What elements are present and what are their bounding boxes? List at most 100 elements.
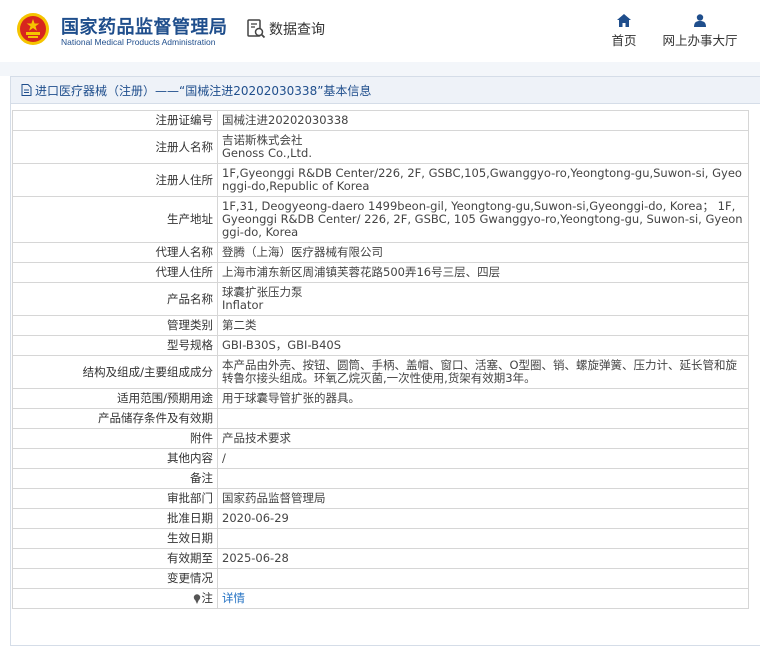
field-value-cell: 本产品由外壳、按钮、圆筒、手柄、盖帽、窗口、活塞、O型圈、销、螺旋弹簧、压力计、… <box>217 355 749 389</box>
field-label-cell: 型号规格 <box>12 335 218 356</box>
field-value: 1F,Gyeonggi R&DB Center/226, 2F, GSBC,10… <box>222 166 742 193</box>
field-label-cell: 注册证编号 <box>12 110 218 131</box>
field-label-cell: 适用范围/预期用途 <box>12 388 218 409</box>
user-icon <box>694 14 706 27</box>
field-label-cell: 附件 <box>12 428 218 449</box>
data-query-label: 数据查询 <box>269 22 325 38</box>
field-label: 产品储存条件及有效期 <box>98 411 213 425</box>
field-value: 登腾（上海）医疗器械有限公司 <box>222 245 383 259</box>
national-emblem-icon <box>17 13 49 45</box>
field-value-cell: 第二类 <box>217 315 749 336</box>
details-link[interactable]: 详情 <box>222 592 744 605</box>
field-label-cell: 代理人名称 <box>12 242 218 263</box>
table-row: 产品名称 球囊扩张压力泵 Inflator <box>12 282 749 316</box>
field-label: 注册人住所 <box>155 172 214 187</box>
field-value: 国械注进20202030338 <box>222 113 349 127</box>
field-value-cell: 上海市浦东新区周浦镇芙蓉花路500弄16号三层、四层 <box>217 262 749 283</box>
field-value-cell: / <box>217 448 749 469</box>
field-value: / <box>222 451 226 465</box>
table-row: 注册人名称 吉诺斯株式会社 Genoss Co.,Ltd. <box>12 130 749 164</box>
table-row: 备注 <box>12 468 749 489</box>
field-value-cell: 吉诺斯株式会社 Genoss Co.,Ltd. <box>217 130 749 164</box>
field-value <box>222 532 744 545</box>
table-row: 产品储存条件及有效期 <box>12 408 749 429</box>
field-label-cell: 其他内容 <box>12 448 218 469</box>
field-label: 注 <box>201 591 214 605</box>
field-label-cell: 结构及组成/主要组成成分 <box>12 355 218 389</box>
table-row: 代理人住所 上海市浦东新区周浦镇芙蓉花路500弄16号三层、四层 <box>12 262 749 283</box>
field-value-cell: 1F,Gyeonggi R&DB Center/226, 2F, GSBC,10… <box>217 163 749 197</box>
field-label: 适用范围/预期用途 <box>117 391 213 405</box>
field-value: 2025-06-28 <box>222 551 289 565</box>
table-row: 型号规格 GBI-B30S，GBI-B40S <box>12 335 749 356</box>
field-value: 产品技术要求 <box>222 431 291 445</box>
field-value: 用于球囊导管扩张的器具。 <box>222 391 360 405</box>
nav-online-service-hall[interactable]: 网上办事大厅 <box>660 14 740 49</box>
table-row: 注册证编号 国械注进20202030338 <box>12 110 749 131</box>
table-row: 适用范围/预期用途 用于球囊导管扩张的器具。 <box>12 388 749 409</box>
table-row: 附件 产品技术要求 <box>12 428 749 449</box>
field-label: 生产地址 <box>167 212 213 226</box>
table-row: 批准日期 2020-06-29 <box>12 508 749 529</box>
field-value <box>222 412 744 425</box>
field-value: GBI-B30S，GBI-B40S <box>222 338 342 352</box>
field-label-cell: 注册人名称 <box>12 130 218 164</box>
field-value: 球囊扩张压力泵 <box>222 285 303 299</box>
field-label: 变更情况 <box>167 571 213 585</box>
field-value: 1F,31, Deogyeong-daero 1499beon-gil, Yeo… <box>222 199 743 239</box>
field-value-cell <box>217 408 749 429</box>
breadcrumb: 进口医疗器械（注册）——“国械注进20202030338”基本信息 <box>11 77 760 104</box>
field-value: 国家药品监督管理局 <box>222 491 326 505</box>
field-label-cell: 管理类别 <box>12 315 218 336</box>
field-value-cell: 球囊扩张压力泵 Inflator <box>217 282 749 316</box>
field-label: 注册人名称 <box>155 139 214 154</box>
field-value: 2020-06-29 <box>222 511 289 525</box>
data-query-link[interactable]: 数据查询 <box>247 19 325 39</box>
field-value-cell: 2020-06-29 <box>217 508 749 529</box>
field-value-cell: 产品技术要求 <box>217 428 749 449</box>
field-label: 型号规格 <box>167 338 213 352</box>
field-value: 上海市浦东新区周浦镇芙蓉花路500弄16号三层、四层 <box>222 265 501 279</box>
field-label-cell: 审批部门 <box>12 488 218 509</box>
breadcrumb-text: 进口医疗器械（注册）——“国械注进20202030338”基本信息 <box>35 83 372 98</box>
field-label-cell: 产品名称 <box>12 282 218 316</box>
agency-name-cn: 国家药品监督管理局 <box>61 17 228 38</box>
table-row: 生产地址 1F,31, Deogyeong-daero 1499beon-gil,… <box>12 196 749 243</box>
field-label: 备注 <box>190 471 213 485</box>
field-value-cell: 登腾（上海）医疗器械有限公司 <box>217 242 749 263</box>
field-label-cell: 注册人住所 <box>12 163 218 197</box>
field-label-cell: 产品储存条件及有效期 <box>12 408 218 429</box>
search-document-icon <box>247 19 266 39</box>
field-label: 生效日期 <box>167 531 213 545</box>
field-label: 代理人住所 <box>155 265 214 279</box>
detail-table: 注册证编号 国械注进20202030338 注册人名称 吉诺斯株式会社 Genoss C… <box>12 110 749 609</box>
field-value-cell <box>217 568 749 589</box>
table-row: 其他内容 / <box>12 448 749 469</box>
field-value-cell: 国械注进20202030338 <box>217 110 749 131</box>
agency-name-en: National Medical Products Administration <box>61 37 216 47</box>
nav-home[interactable]: 首页 <box>606 14 642 49</box>
field-label-cell: 批准日期 <box>12 508 218 529</box>
field-value-cell <box>217 468 749 489</box>
field-label-cell: 代理人住所 <box>12 262 218 283</box>
field-value-cell: 用于球囊导管扩张的器具。 <box>217 388 749 409</box>
field-label: 有效期至 <box>167 551 213 565</box>
field-value: Genoss Co.,Ltd. <box>222 146 312 160</box>
table-row: 生效日期 <box>12 528 749 549</box>
field-label: 产品名称 <box>167 291 213 306</box>
field-value-cell <box>217 528 749 549</box>
field-label-cell: 生产地址 <box>12 196 218 243</box>
field-label: 代理人名称 <box>155 245 214 259</box>
field-label: 其他内容 <box>167 451 213 465</box>
header-divider <box>0 62 760 76</box>
field-value-cell: 国家药品监督管理局 <box>217 488 749 509</box>
field-label: 审批部门 <box>167 491 213 505</box>
field-value <box>222 572 744 585</box>
table-row: 代理人名称 登腾（上海）医疗器械有限公司 <box>12 242 749 263</box>
pin-icon <box>193 593 200 604</box>
field-label: 批准日期 <box>167 511 213 525</box>
field-label-cell: 有效期至 <box>12 548 218 569</box>
field-value: Inflator <box>222 298 264 312</box>
table-row: 注册人住所 1F,Gyeonggi R&DB Center/226, 2F, GS… <box>12 163 749 197</box>
field-label: 注册证编号 <box>155 113 214 127</box>
